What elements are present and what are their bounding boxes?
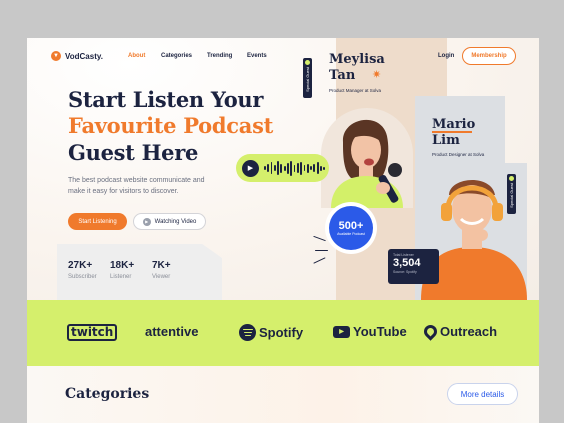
waveform-icon — [264, 160, 326, 176]
login-link[interactable]: Login — [438, 53, 454, 59]
attentive-logo: attentive — [145, 324, 199, 339]
youtube-logo: YouTube — [353, 324, 407, 339]
brand-strip: twitch attentive Spotify ▶ YouTube Outre… — [27, 300, 539, 366]
guest2-role: Product Designer at Solva — [432, 152, 485, 157]
brand-youtube: ▶ YouTube — [333, 324, 407, 339]
special-guest-label: Special Guest — [305, 67, 310, 92]
special-guest-label: Special Guest — [509, 183, 514, 208]
accent-dash — [315, 250, 328, 252]
guest2-name: Mario Lim — [432, 117, 475, 149]
podcast-count-badge: 500+ Available Podcast — [329, 206, 373, 250]
nav-categories[interactable]: Categories — [161, 53, 192, 59]
more-details-button[interactable]: More details — [447, 383, 518, 405]
brand-attentive: attentive — [145, 324, 198, 339]
guest2-last-name: Lim — [432, 133, 460, 148]
guest1-role: Product Manager at Solva — [329, 88, 382, 93]
play-icon: ▶ — [142, 217, 151, 226]
nav-events[interactable]: Events — [247, 53, 267, 59]
total-listener-value: 3,504 — [393, 257, 421, 269]
brand-twitch: twitch — [67, 324, 118, 341]
hero-title-line3: Guest Here — [68, 140, 199, 165]
tag-dot-icon — [305, 60, 310, 65]
stats-panel — [57, 244, 222, 300]
categories-section: Categories More details — [27, 366, 539, 423]
start-listening-button[interactable]: Start Listening — [68, 213, 127, 230]
landing-page: ▼ VodCasty. About Categories Trending Ev… — [27, 38, 539, 423]
twitch-logo: twitch — [67, 324, 118, 341]
guest-photo-meylisa — [321, 108, 413, 208]
categories-title: Categories — [65, 386, 150, 402]
membership-button[interactable]: Membership — [462, 47, 516, 65]
brand-outreach: Outreach — [421, 322, 498, 341]
youtube-icon: ▶ — [333, 325, 350, 338]
hero-title-line2: Favourite Podcast — [68, 113, 273, 138]
stat-listener-value: 18K+ — [110, 260, 135, 271]
nav-trending[interactable]: Trending — [207, 53, 232, 59]
hero-description: The best podcast website communicate and… — [68, 177, 205, 195]
outreach-logo: Outreach — [440, 324, 498, 339]
total-listener-card: Total Listener 3,504 Source: Spotify — [388, 249, 439, 284]
podcast-count-label: Available Podcast — [337, 232, 365, 236]
stat-viewer-value: 7K+ — [152, 260, 171, 271]
audio-player[interactable]: ▶ — [236, 154, 329, 182]
stat-subscriber-label: Subscriber — [68, 274, 97, 280]
outreach-icon — [421, 322, 440, 341]
play-icon[interactable]: ▶ — [242, 159, 259, 177]
spotify-icon — [239, 324, 256, 341]
watch-video-button[interactable]: ▶ Watching Video — [133, 213, 206, 230]
listener-source: Source: Spotify — [393, 270, 417, 274]
stat-viewer-label: Viewer — [152, 274, 171, 280]
nav-about[interactable]: About — [128, 53, 145, 59]
sparkle-icon: ✷ — [372, 69, 382, 81]
special-guest-tag-2: Special Guest — [507, 174, 516, 214]
stat-subscriber-value: 27K+ — [68, 260, 93, 271]
name-underline — [432, 131, 472, 133]
brand-spotify: Spotify — [239, 324, 303, 341]
logo[interactable]: ▼ VodCasty. — [51, 51, 103, 61]
logo-text: VodCasty. — [65, 51, 103, 61]
hero-title-line1: Start Listen Your — [68, 87, 264, 112]
tag-dot-icon — [509, 176, 514, 181]
logo-icon: ▼ — [51, 51, 61, 61]
stat-listener-label: Listener — [110, 274, 132, 280]
watch-video-label: Watching Video — [154, 218, 197, 225]
special-guest-tag-1: Special Guest — [303, 58, 312, 98]
guest1-first-name: Meylisa — [329, 52, 385, 67]
podcast-count-value: 500+ — [338, 220, 364, 232]
spotify-logo: Spotify — [259, 325, 304, 340]
